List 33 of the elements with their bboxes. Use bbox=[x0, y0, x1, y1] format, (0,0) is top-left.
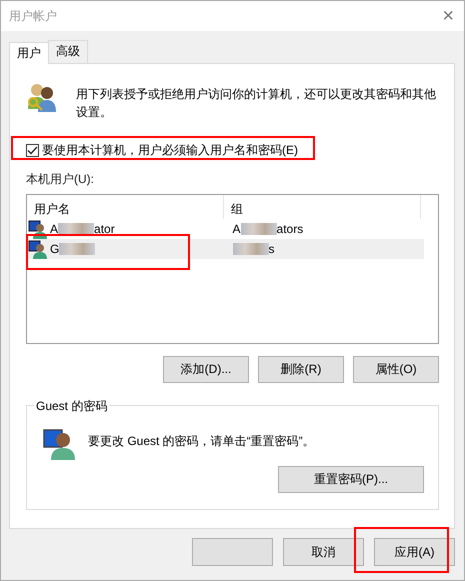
cell-text: G bbox=[50, 242, 60, 256]
button[interactable]: 删除(R) bbox=[258, 356, 344, 383]
blurred-text bbox=[232, 243, 268, 255]
user-computer-icon bbox=[28, 240, 48, 258]
button[interactable]: 应用(A) bbox=[374, 538, 455, 566]
cell-text: A bbox=[232, 222, 241, 236]
checkmark-icon bbox=[27, 146, 38, 154]
column-header[interactable]: 用户名 bbox=[27, 195, 224, 219]
list-row[interactable]: A ator A ators bbox=[27, 219, 424, 239]
list-row[interactable]: G s bbox=[27, 239, 424, 259]
button[interactable]: 取消 bbox=[283, 538, 364, 566]
cell-text: ator bbox=[94, 222, 115, 236]
list-label: 本机用户(U): bbox=[26, 171, 95, 188]
tab[interactable]: 用户 bbox=[9, 42, 49, 64]
tab[interactable]: 高级 bbox=[48, 40, 88, 63]
cell-text: A bbox=[50, 222, 58, 236]
column-header[interactable]: 组 bbox=[224, 195, 422, 219]
blurred-text bbox=[59, 243, 96, 255]
button[interactable]: 属性(O) bbox=[353, 356, 439, 383]
password-hint: 要更改 Guest 的密码，请单击“重置密码”。 bbox=[88, 433, 315, 450]
blurred-text bbox=[240, 223, 277, 235]
checkbox-label: 要使用本计算机，用户必须输入用户名和密码(E) bbox=[42, 142, 298, 158]
cell-text: ators bbox=[276, 222, 304, 236]
cell-text: s bbox=[268, 242, 274, 256]
users-icon bbox=[26, 81, 58, 113]
checkbox[interactable] bbox=[26, 144, 39, 156]
description-text: 用下列表授予或拒绝用户访问你的计算机，还可以更改其密码和其他设置。 bbox=[76, 86, 436, 121]
window-title: 用户帐户 bbox=[9, 8, 57, 24]
blurred-text bbox=[58, 223, 94, 235]
button[interactable]: 添加(D)... bbox=[163, 356, 249, 383]
reset-password-button[interactable]: 重置密码(P)... bbox=[278, 466, 424, 493]
close-button[interactable]: × bbox=[442, 6, 454, 26]
user-computer-icon bbox=[28, 220, 48, 238]
